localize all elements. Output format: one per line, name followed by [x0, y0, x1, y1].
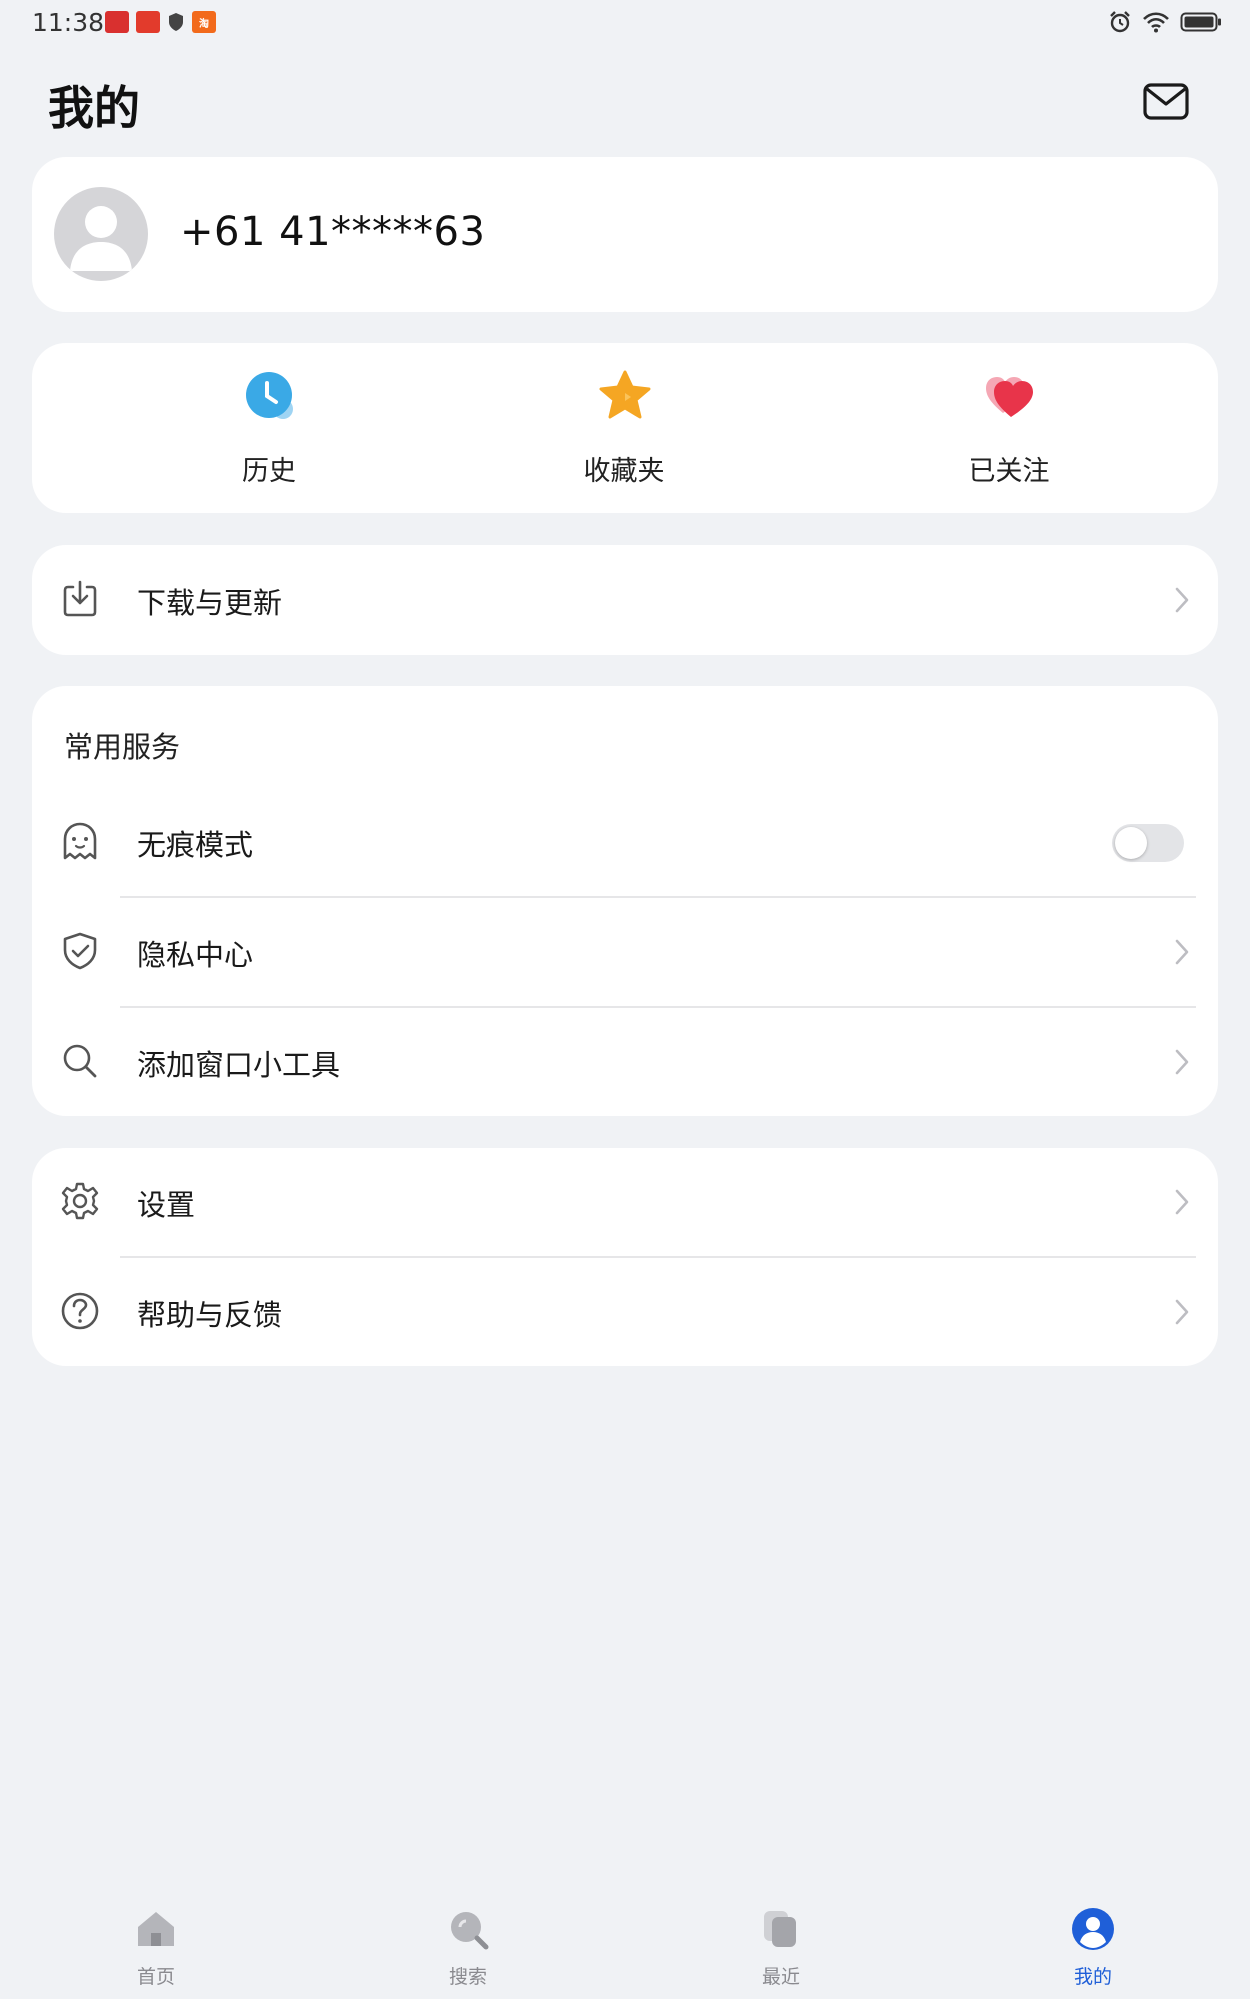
- shield-check-icon: [63, 932, 97, 970]
- favorites-label: 收藏夹: [583, 456, 665, 487]
- history-clock-icon: [246, 372, 293, 419]
- downloads-label: 下载与更新: [137, 586, 283, 620]
- avatar[interactable]: [54, 187, 148, 281]
- add-widget-row[interactable]: 添加窗口小工具: [32, 1008, 1218, 1116]
- settings-card: 设置 帮助与反馈: [32, 1148, 1218, 1366]
- recent-pages-icon: [764, 1911, 796, 1947]
- page: 11:38 淘 我的 +61 41*****63 历史 收藏夹 已关注 下载与更…: [0, 0, 1250, 1999]
- status-notifications: 淘: [105, 11, 216, 33]
- downloads-row[interactable]: 下载与更新: [32, 546, 1218, 654]
- followed-button[interactable]: 已关注: [909, 343, 1109, 513]
- settings-label: 设置: [137, 1188, 196, 1222]
- nav-recent[interactable]: 最近: [701, 1880, 861, 1999]
- add-widget-label: 添加窗口小工具: [137, 1048, 341, 1082]
- privacy-center-label: 隐私中心: [137, 938, 254, 972]
- nav-me[interactable]: 我的: [1013, 1880, 1173, 1999]
- shield-icon: [169, 13, 183, 31]
- wifi-icon: [1143, 12, 1169, 33]
- account-phone: +61 41*****63: [180, 209, 486, 255]
- search-icon: [451, 1912, 489, 1950]
- nav-home[interactable]: 首页: [76, 1880, 236, 1999]
- home-icon: [138, 1912, 174, 1946]
- star-icon: [599, 370, 651, 419]
- search-icon: [63, 1044, 97, 1078]
- default-user-icon: [70, 206, 132, 271]
- favorites-button[interactable]: 收藏夹: [524, 343, 724, 513]
- user-icon: [1072, 1908, 1114, 1950]
- download-icon: [63, 580, 97, 617]
- heart-icon: [986, 377, 1033, 417]
- incognito-mode-toggle[interactable]: [1112, 824, 1184, 862]
- taobao-app-icon: 淘: [192, 11, 216, 33]
- chevron-right-icon: [1175, 1299, 1189, 1325]
- help-feedback-row[interactable]: 帮助与反馈: [32, 1258, 1218, 1366]
- bottom-nav: 首页 搜索 最近 我的: [0, 1880, 1250, 1999]
- ghost-icon: [63, 822, 97, 860]
- alarm-icon: [1110, 11, 1130, 33]
- mail-icon: [1143, 83, 1189, 120]
- services-card: 常用服务 无痕模式 隐私中心 添加窗口小工具: [32, 686, 1218, 1116]
- nav-home-label: 首页: [136, 1966, 175, 1988]
- page-title: 我的: [48, 81, 140, 135]
- history-button[interactable]: 历史: [169, 343, 369, 513]
- app-notif-icon: [105, 11, 129, 33]
- messages-button[interactable]: [1142, 80, 1190, 124]
- quick-actions-card: 历史 收藏夹 已关注: [32, 343, 1218, 513]
- status-bar: 11:38 淘: [0, 0, 1250, 48]
- chevron-right-icon: [1175, 1049, 1189, 1075]
- status-system-icons: [1108, 10, 1222, 34]
- settings-row[interactable]: 设置: [32, 1148, 1218, 1256]
- nav-search-label: 搜索: [448, 1966, 487, 1988]
- chevron-right-icon: [1175, 939, 1189, 965]
- profile-card[interactable]: +61 41*****63: [32, 157, 1218, 312]
- chevron-right-icon: [1175, 587, 1189, 613]
- battery-icon: [1180, 12, 1221, 32]
- incognito-mode-label: 无痕模式: [137, 828, 254, 862]
- nav-recent-label: 最近: [761, 1966, 800, 1988]
- toggle-knob: [1115, 827, 1147, 859]
- history-label: 历史: [242, 456, 296, 487]
- status-time: 11:38: [32, 8, 105, 37]
- nav-search[interactable]: 搜索: [388, 1880, 548, 1999]
- followed-label: 已关注: [968, 456, 1050, 487]
- nav-me-label: 我的: [1073, 1966, 1112, 1988]
- downloads-card: 下载与更新: [32, 545, 1218, 655]
- help-feedback-label: 帮助与反馈: [137, 1298, 283, 1332]
- help-icon: [61, 1292, 99, 1330]
- privacy-center-row[interactable]: 隐私中心: [32, 898, 1218, 1006]
- chevron-right-icon: [1175, 1189, 1189, 1215]
- gear-icon: [61, 1182, 99, 1220]
- services-section-title: 常用服务: [64, 730, 181, 764]
- incognito-mode-row[interactable]: 无痕模式: [32, 788, 1218, 896]
- app-notif-icon: [136, 11, 160, 33]
